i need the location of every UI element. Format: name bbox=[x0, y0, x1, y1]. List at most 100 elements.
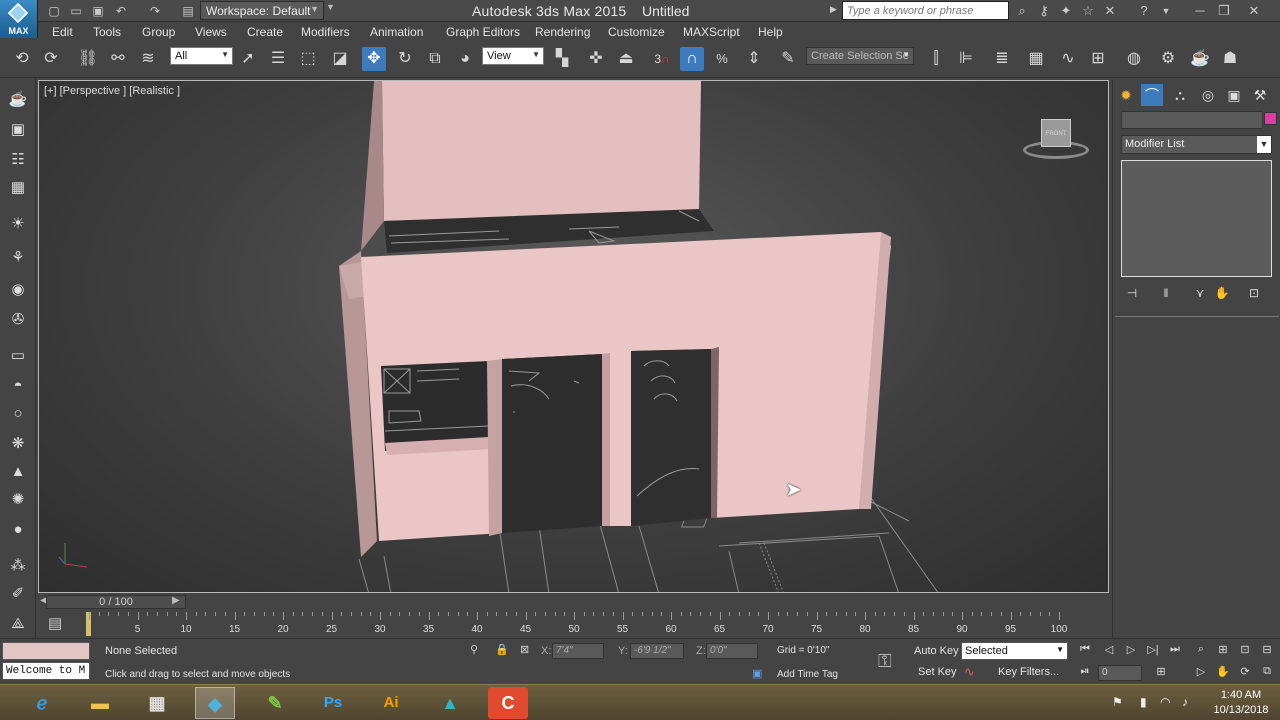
tray-flag-icon[interactable]: ⚑ bbox=[1112, 695, 1123, 709]
scene-explorer-icon[interactable]: ☷ bbox=[6, 148, 30, 172]
project-folder-icon[interactable]: ▤ bbox=[180, 3, 196, 19]
zoom-all-icon[interactable]: ⊞ bbox=[1214, 643, 1232, 659]
schematic-view-icon[interactable]: ⊞ bbox=[1086, 47, 1110, 71]
system-clock[interactable]: 1:40 AM 10/13/2018 bbox=[1205, 688, 1277, 718]
mirror-icon[interactable]: ⫿ bbox=[924, 47, 948, 71]
track-bar[interactable]: 5 10 15 20 25 30 35 40 45 50 55 60 65 70 75 80 85 90 95 100 bbox=[80, 612, 1080, 638]
menu-create[interactable]: Create bbox=[247, 25, 283, 39]
expand-icon[interactable]: ▼ bbox=[326, 2, 336, 20]
menu-graph-editors[interactable]: Graph Editors bbox=[446, 25, 520, 39]
go-to-start-icon[interactable]: ⏮ bbox=[1076, 643, 1094, 659]
green-app-icon[interactable]: ✎ bbox=[255, 687, 295, 719]
box-icon[interactable]: ▭ bbox=[6, 344, 30, 368]
exchange-icon[interactable]: ✕ bbox=[1100, 2, 1120, 20]
selection-filter-dropdown[interactable]: All ▼ bbox=[170, 47, 233, 65]
particle-icon[interactable]: ⁂ bbox=[6, 554, 30, 578]
viewcube[interactable]: FRONT bbox=[1023, 119, 1089, 159]
spinner-snap-icon[interactable]: ⇕ bbox=[742, 47, 766, 71]
go-to-end-icon[interactable]: ⏭ bbox=[1166, 643, 1184, 659]
render-production-icon[interactable]: ☗ bbox=[1218, 47, 1242, 71]
graphite-ribbon-icon[interactable]: ▦ bbox=[1024, 47, 1048, 71]
next-frame-icon[interactable]: ▷| bbox=[1144, 643, 1162, 659]
object-color-swatch[interactable] bbox=[1264, 112, 1277, 125]
perspective-viewport[interactable]: [+] [Perspective ] [Realistic ] FRONT ➤ bbox=[38, 80, 1109, 593]
previous-frame-icon[interactable]: ◁ bbox=[1100, 643, 1118, 659]
menu-maxscript[interactable]: MAXScript bbox=[683, 25, 740, 39]
hierarchy-icon[interactable]: ⚘ bbox=[6, 246, 30, 270]
light-icon[interactable]: ☀ bbox=[6, 212, 30, 236]
paint-icon[interactable]: ✐ bbox=[6, 582, 30, 606]
link-icon[interactable]: ⛓ bbox=[76, 47, 100, 71]
current-frame-field[interactable]: 0 bbox=[1098, 665, 1142, 681]
redo-button[interactable]: ⟳ bbox=[39, 47, 63, 71]
redo-icon[interactable]: ↷ bbox=[147, 3, 163, 19]
auto-key-button[interactable]: Auto Key bbox=[914, 645, 959, 657]
key-mode-dropdown[interactable]: Selected ▼ bbox=[961, 642, 1068, 660]
select-object-icon[interactable]: ➚ bbox=[236, 47, 260, 71]
teapot-icon[interactable]: ☕ bbox=[6, 88, 30, 112]
hierarchy-tab-icon[interactable]: ⛬ bbox=[1169, 84, 1191, 106]
open-file-icon[interactable]: ▭ bbox=[68, 3, 84, 19]
field-of-view-icon[interactable]: ▷ bbox=[1192, 665, 1210, 681]
key-mode-toggle-icon[interactable]: ⏯ bbox=[1076, 665, 1094, 681]
reference-coord-dropdown[interactable]: View ▼ bbox=[482, 47, 544, 65]
modifier-list-dropdown[interactable]: Modifier List ▼ bbox=[1121, 135, 1272, 154]
mini-curve-editor-icon[interactable]: ▤ bbox=[48, 614, 62, 632]
workspace-dropdown[interactable]: Workspace: Default ▼ bbox=[200, 1, 324, 20]
menu-tools[interactable]: Tools bbox=[93, 25, 121, 39]
select-and-rotate-icon[interactable]: ↻ bbox=[393, 47, 417, 71]
zoom-icon[interactable]: ⌕ bbox=[1192, 643, 1210, 659]
isolate-icon[interactable]: ⚲ bbox=[470, 643, 478, 656]
set-key-icon[interactable]: ⚿ bbox=[878, 651, 892, 672]
render-setup-icon[interactable]: ⚙ bbox=[1156, 47, 1180, 71]
utilities-tab-icon[interactable]: ⚒ bbox=[1249, 84, 1271, 106]
lock-selection-icon[interactable]: 🔒 bbox=[495, 643, 509, 656]
help-dropdown-icon[interactable]: ▼ bbox=[1156, 2, 1176, 20]
minimize-icon[interactable]: ─ bbox=[1190, 2, 1210, 20]
star-icon[interactable]: ☆ bbox=[1078, 2, 1098, 20]
key-filters-button[interactable]: Key Filters... bbox=[998, 666, 1059, 678]
tray-volume-icon[interactable]: ♪ bbox=[1182, 695, 1188, 709]
restore-icon[interactable]: ❐ bbox=[1214, 2, 1234, 20]
viewcube-face[interactable]: FRONT bbox=[1041, 119, 1071, 147]
align-icon[interactable]: ⊫ bbox=[954, 47, 978, 71]
film-icon[interactable]: ✇ bbox=[6, 308, 30, 332]
select-manipulate-icon[interactable]: ✜ bbox=[584, 47, 608, 71]
named-selection-dropdown[interactable]: Create Selection Se ▼ bbox=[806, 47, 914, 65]
display-tab-icon[interactable]: ▣ bbox=[1223, 84, 1245, 106]
select-and-place-icon[interactable]: ◕ bbox=[453, 47, 477, 71]
pan-icon[interactable]: ✋ bbox=[1214, 665, 1232, 681]
menu-animation[interactable]: Animation bbox=[370, 25, 423, 39]
menu-help[interactable]: Help bbox=[758, 25, 783, 39]
cone-icon[interactable]: ▲ bbox=[6, 460, 30, 484]
menu-rendering[interactable]: Rendering bbox=[535, 25, 590, 39]
search-input[interactable]: Type a keyword or phrase bbox=[842, 1, 1009, 20]
search-expand-icon[interactable]: ▶ bbox=[830, 4, 837, 15]
layer-manager-icon[interactable]: ≣ bbox=[990, 47, 1014, 71]
tools-icon[interactable]: ✦ bbox=[1056, 2, 1076, 20]
time-config-icon[interactable]: ⊞ bbox=[1152, 665, 1170, 681]
angle-snap-icon[interactable]: ∩ bbox=[680, 47, 704, 71]
internet-explorer-icon[interactable]: ℯ bbox=[22, 687, 62, 719]
unlink-icon[interactable]: ⚯ bbox=[106, 47, 130, 71]
show-end-result-icon[interactable]: ‖ bbox=[1157, 286, 1175, 302]
helper-icon[interactable]: ⟁ bbox=[6, 612, 30, 636]
remove-modifier-icon[interactable]: ✋ bbox=[1213, 286, 1231, 302]
configure-sets-icon[interactable]: ⊡ bbox=[1245, 286, 1263, 302]
pin-stack-icon[interactable]: ⊣ bbox=[1123, 286, 1141, 302]
circle-icon[interactable]: ● bbox=[6, 518, 30, 542]
menu-customize[interactable]: Customize bbox=[608, 25, 665, 39]
table-icon[interactable]: ▦ bbox=[6, 176, 30, 200]
close-icon[interactable]: ✕ bbox=[1244, 2, 1264, 20]
select-and-move-icon[interactable]: ✥ bbox=[362, 47, 386, 71]
save-icon[interactable]: ▣ bbox=[90, 3, 106, 19]
maximize-viewport-icon[interactable]: ⧉ bbox=[1258, 665, 1276, 681]
snaps-toggle-icon[interactable]: 3∩ bbox=[650, 47, 674, 71]
motion-tab-icon[interactable]: ◎ bbox=[1197, 84, 1219, 106]
create-tab-icon[interactable]: ✹ bbox=[1115, 84, 1137, 106]
maxscript-input[interactable]: Welcome to M bbox=[2, 662, 90, 680]
new-file-icon[interactable]: ▢ bbox=[46, 3, 62, 19]
pivot-center-icon[interactable]: ▚ bbox=[550, 47, 574, 71]
key-icon[interactable]: ⚷ bbox=[1034, 2, 1054, 20]
tray-battery-icon[interactable]: ▮ bbox=[1140, 695, 1147, 709]
